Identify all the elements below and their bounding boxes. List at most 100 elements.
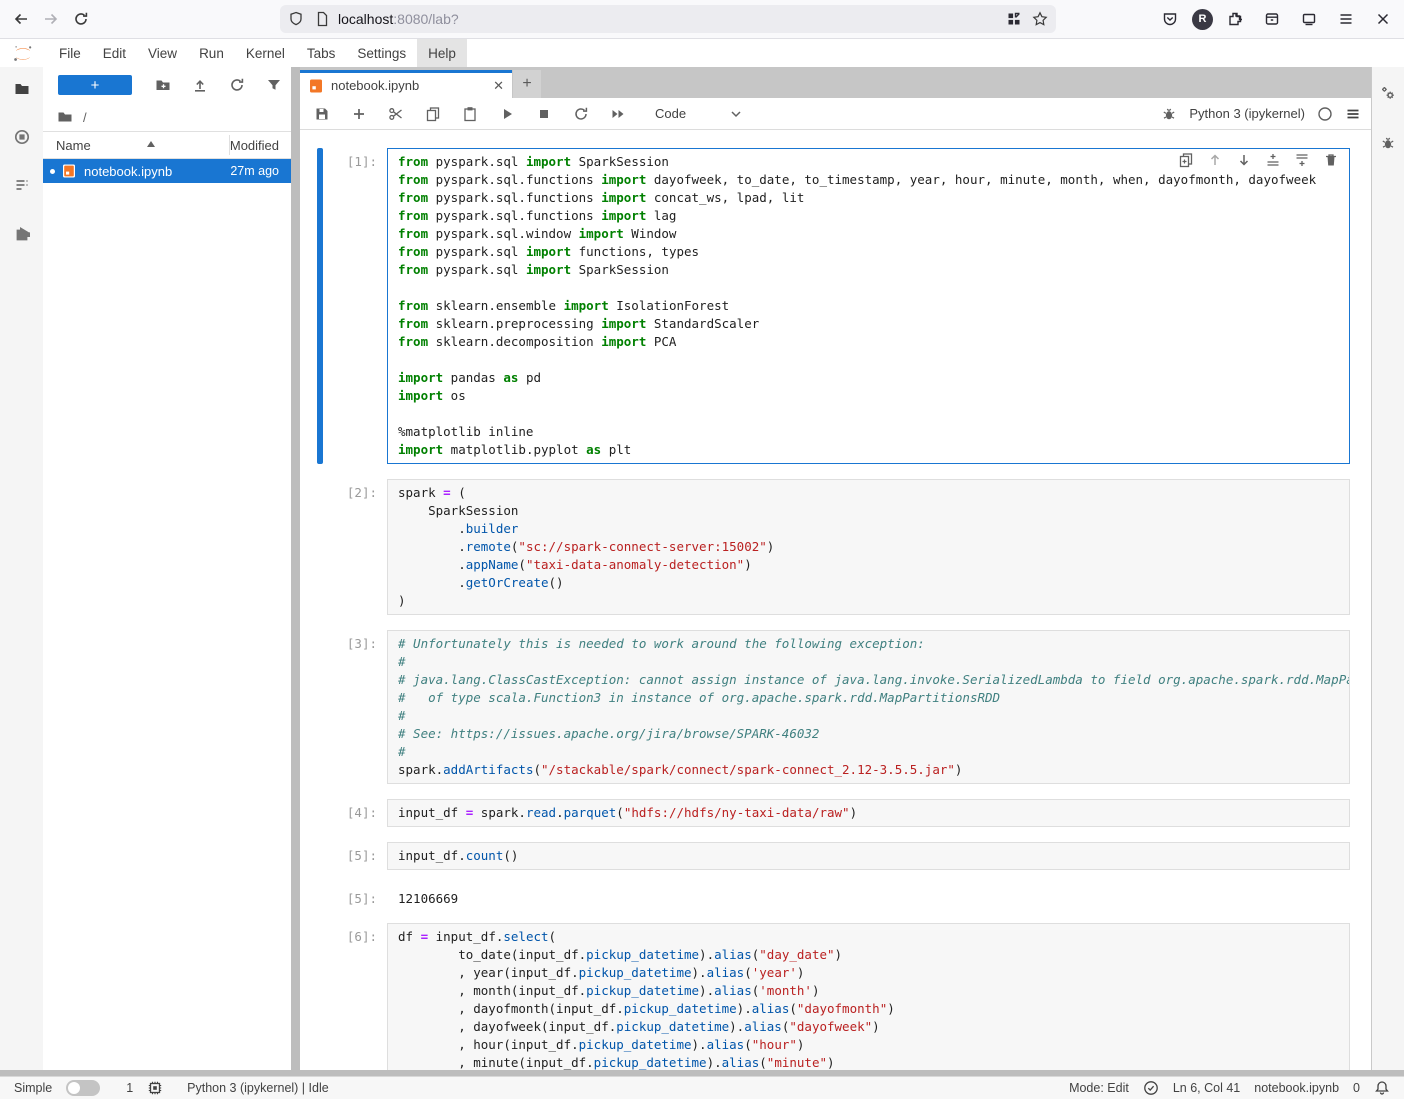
column-name[interactable]: Name [56,138,91,153]
insert-above-icon[interactable] [1265,152,1281,168]
menu-item-tabs[interactable]: Tabs [296,39,347,68]
debugger-sidebar-icon[interactable] [1380,135,1396,151]
input-prompt: [4]: [323,799,387,827]
running-kernels-icon[interactable] [14,129,30,145]
kernel-status-icon[interactable] [1317,106,1333,122]
simple-mode-toggle[interactable] [66,1080,100,1096]
url-bar[interactable]: localhost:8080/lab? [280,5,1056,33]
run-all-icon[interactable] [606,102,630,126]
tab-notebook[interactable]: notebook.ipynb ✕ [300,70,512,98]
notification-count[interactable]: 0 [1353,1081,1360,1095]
code-cell-6: [6]:df = input_df.select( to_date(input_… [317,923,1371,1070]
breadcrumb-folder-icon[interactable] [57,109,73,125]
activity-bar [0,67,43,1070]
duplicate-cell-icon[interactable] [1178,152,1194,168]
breadcrumb[interactable]: / [83,110,87,125]
new-tab-button[interactable]: + [513,70,541,98]
cell-editor[interactable]: input_df.count() [387,842,1350,870]
new-folder-icon[interactable] [155,77,171,93]
toolbar-menu-icon[interactable] [1345,106,1361,122]
save-icon[interactable] [310,102,334,126]
cell-editor[interactable]: df = input_df.select( to_date(input_df.p… [387,923,1350,1070]
cell-type-dropdown[interactable]: Code [655,106,744,122]
menu-item-kernel[interactable]: Kernel [235,39,296,68]
forward-icon[interactable] [36,5,66,33]
back-icon[interactable] [6,5,36,33]
downloads-icon[interactable] [1257,5,1287,33]
profile-avatar[interactable]: R [1192,9,1213,30]
panel-splitter[interactable] [291,67,300,1070]
debugger-bug-icon[interactable] [1161,106,1177,122]
upload-icon[interactable] [192,77,208,93]
delete-cell-icon[interactable] [1323,152,1339,168]
kernel-name[interactable]: Python 3 (ipykernel) [1189,106,1305,121]
chevron-down-icon [728,106,744,122]
menu-item-edit[interactable]: Edit [92,39,137,68]
notebook-file-icon [61,163,77,179]
menu-item-file[interactable]: File [48,39,92,68]
stop-kernel-icon[interactable] [532,102,556,126]
move-up-icon[interactable] [1207,152,1223,168]
sidebar-icon[interactable] [1294,5,1324,33]
jupyter-menubar: FileEditViewRunKernelTabsSettingsHelp [0,39,1404,69]
trust-shield-icon[interactable] [1143,1080,1159,1096]
extension-manager-icon[interactable] [14,225,30,241]
url-text[interactable]: localhost:8080/lab? [338,11,1006,27]
menu-item-run[interactable]: Run [188,39,235,68]
run-cell-icon[interactable] [495,102,519,126]
shield-icon[interactable] [288,11,304,27]
bookmark-star-icon[interactable] [1032,11,1048,27]
file-row-notebook[interactable]: notebook.ipynb 27m ago [43,159,291,183]
simple-mode-label: Simple [14,1081,52,1095]
menu-item-settings[interactable]: Settings [346,39,417,68]
menu-item-view[interactable]: View [137,39,188,68]
pocket-icon[interactable] [1155,5,1185,33]
file-browser-icon[interactable] [14,81,30,97]
page-info-icon[interactable] [314,11,330,27]
toc-icon[interactable] [14,177,30,193]
menu-item-help[interactable]: Help [417,39,467,68]
input-prompt: [2]: [323,479,387,615]
input-prompt: [1]: [323,148,387,464]
kernel-count[interactable]: 1 [126,1081,133,1095]
insert-below-icon[interactable] [1294,152,1310,168]
menu-icon[interactable] [1331,5,1361,33]
move-down-icon[interactable] [1236,152,1252,168]
cell-editor[interactable]: from pyspark.sql import SparkSessionfrom… [387,148,1350,464]
cell-editor[interactable]: spark = ( SparkSession .builder .remote(… [387,479,1350,615]
cell-editor[interactable]: # Unfortunately this is needed to work a… [387,630,1350,784]
filter-icon[interactable] [266,77,282,93]
copy-cell-icon[interactable] [421,102,445,126]
file-name: notebook.ipynb [84,164,172,179]
cell-output-5: [5]:12106669 [317,885,1371,908]
close-icon[interactable] [1368,5,1398,33]
mode-indicator[interactable]: Mode: Edit [1069,1081,1129,1095]
code-cell-4: [4]:input_df = spark.read.parquet("hdfs:… [317,799,1371,827]
tab-bar: notebook.ipynb ✕ + [300,67,1371,98]
input-prompt: [6]: [323,923,387,1070]
input-prompt: [5]: [323,842,387,870]
kernel-chip-icon[interactable] [147,1080,163,1096]
grid-icon[interactable] [1006,11,1022,27]
cell-editor[interactable]: input_df = spark.read.parquet("hdfs://hd… [387,799,1350,827]
extensions-icon[interactable] [1220,5,1250,33]
bell-icon[interactable] [1374,1080,1390,1096]
tab-close-icon[interactable]: ✕ [493,78,504,94]
restart-kernel-icon[interactable] [569,102,593,126]
paste-cell-icon[interactable] [458,102,482,126]
cell-type-value: Code [655,106,686,121]
browser-toolbar: localhost:8080/lab? R [0,0,1404,39]
add-cell-icon[interactable] [347,102,371,126]
statusbar-filename[interactable]: notebook.ipynb [1254,1081,1339,1095]
notebook-panel: notebook.ipynb ✕ + [300,67,1371,1070]
reload-icon[interactable] [66,5,96,33]
kernel-status-text[interactable]: Python 3 (ipykernel) | Idle [187,1081,329,1095]
sort-asc-icon[interactable] [143,137,159,153]
cursor-position[interactable]: Ln 6, Col 41 [1173,1081,1240,1095]
new-launcher-button[interactable]: + [58,75,132,95]
cut-cell-icon[interactable] [384,102,408,126]
property-inspector-icon[interactable] [1380,85,1396,101]
unsaved-dot [50,169,55,174]
column-modified[interactable]: Modified [230,138,279,153]
refresh-icon[interactable] [229,77,245,93]
